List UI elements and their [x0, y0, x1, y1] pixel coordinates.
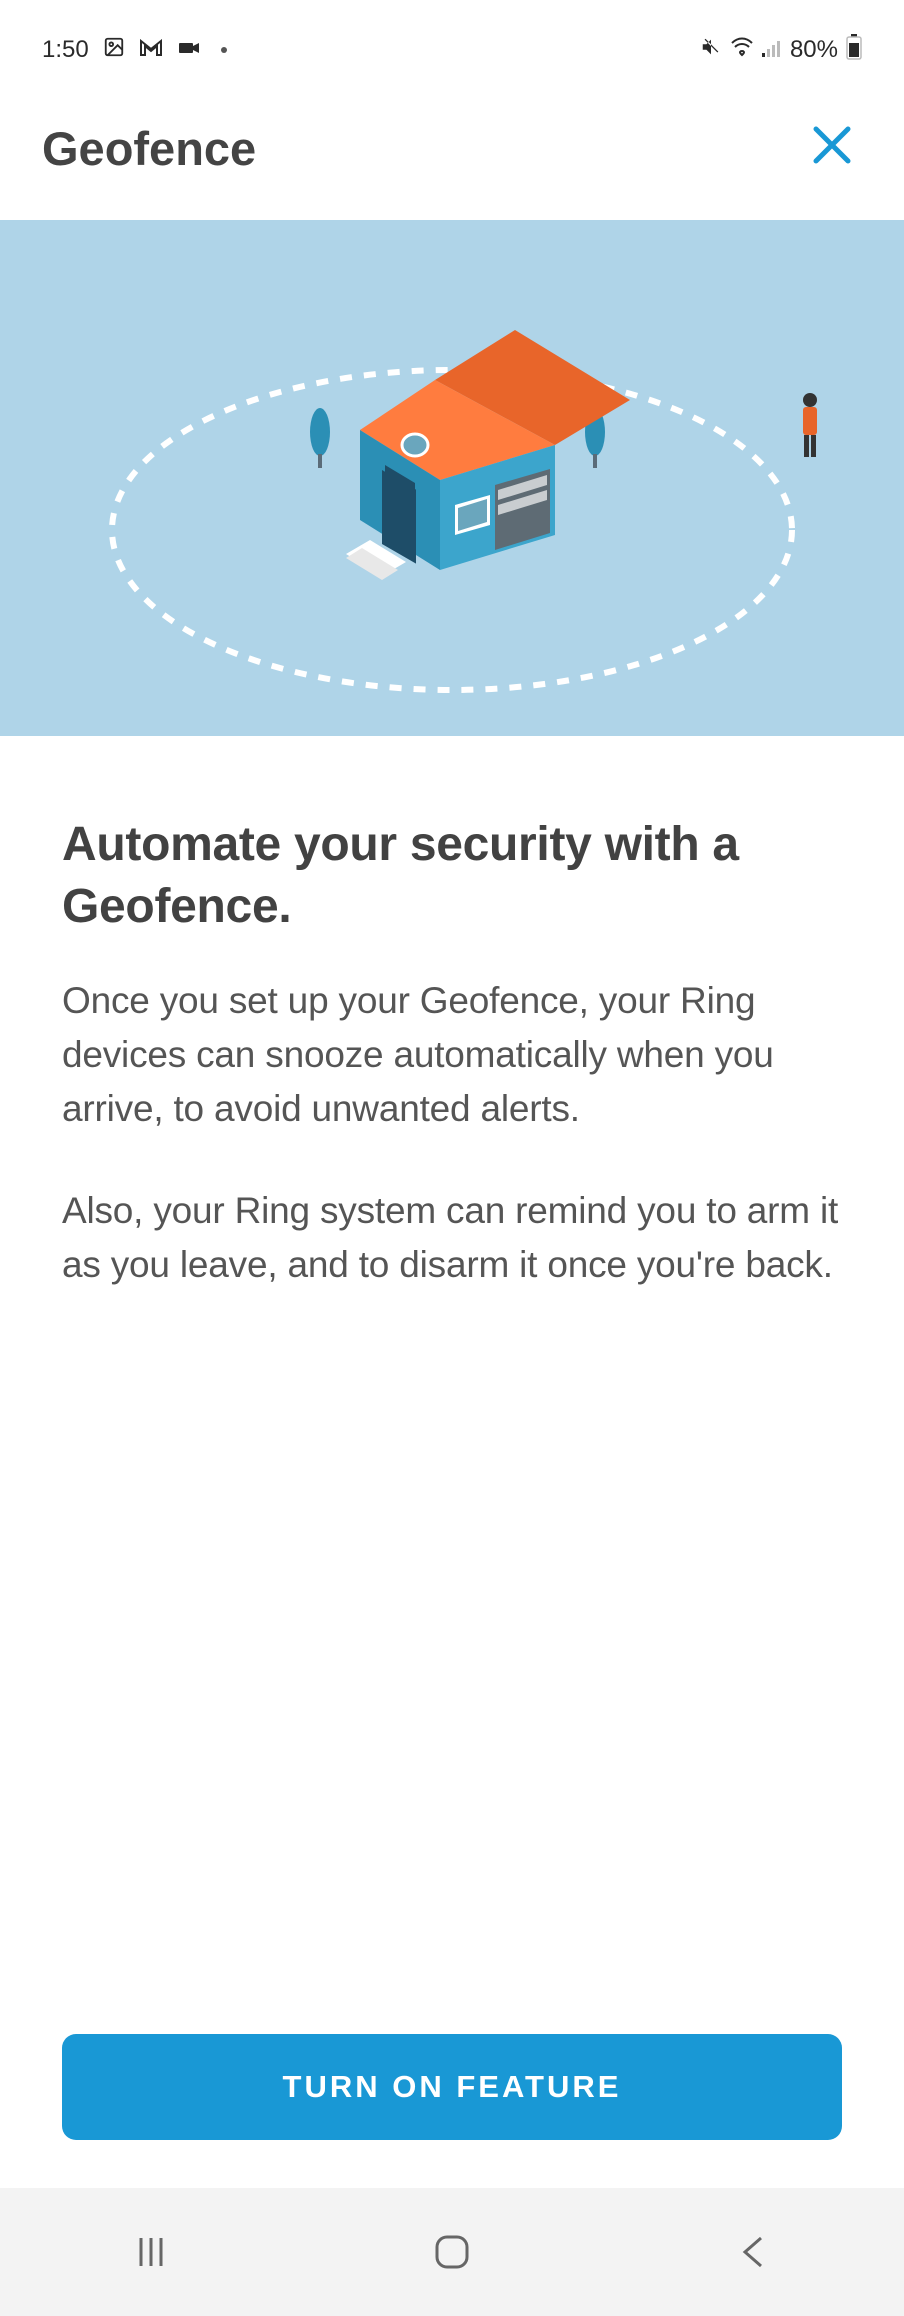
mute-icon [700, 36, 722, 65]
system-navbar [0, 2188, 904, 2316]
photo-icon [103, 36, 125, 65]
home-button[interactable] [427, 2227, 477, 2277]
gmail-icon [139, 36, 163, 64]
back-button[interactable] [728, 2227, 778, 2277]
content-paragraph-2: Also, your Ring system can remind you to… [62, 1184, 842, 1292]
wifi-icon [730, 36, 754, 64]
content: Automate your security with a Geofence. … [0, 736, 904, 2034]
status-left: 1:50 [42, 36, 227, 65]
status-right: 80% [700, 34, 862, 67]
page-title: Geofence [42, 121, 256, 176]
content-heading: Automate your security with a Geofence. [62, 814, 842, 938]
header: Geofence [0, 88, 904, 220]
signal-icon [762, 36, 782, 64]
status-bar: 1:50 80% [0, 0, 904, 88]
status-dot-icon [221, 47, 227, 53]
recent-apps-button[interactable] [126, 2227, 176, 2277]
video-icon [177, 36, 201, 64]
battery-icon [846, 34, 862, 67]
hero-illustration [0, 220, 904, 736]
status-time: 1:50 [42, 36, 89, 64]
cta-container: TURN ON FEATURE [0, 2034, 904, 2188]
content-paragraph-1: Once you set up your Geofence, your Ring… [62, 974, 842, 1136]
close-icon[interactable] [802, 112, 862, 184]
status-battery-text: 80% [790, 36, 838, 64]
turn-on-feature-button[interactable]: TURN ON FEATURE [62, 2034, 842, 2140]
